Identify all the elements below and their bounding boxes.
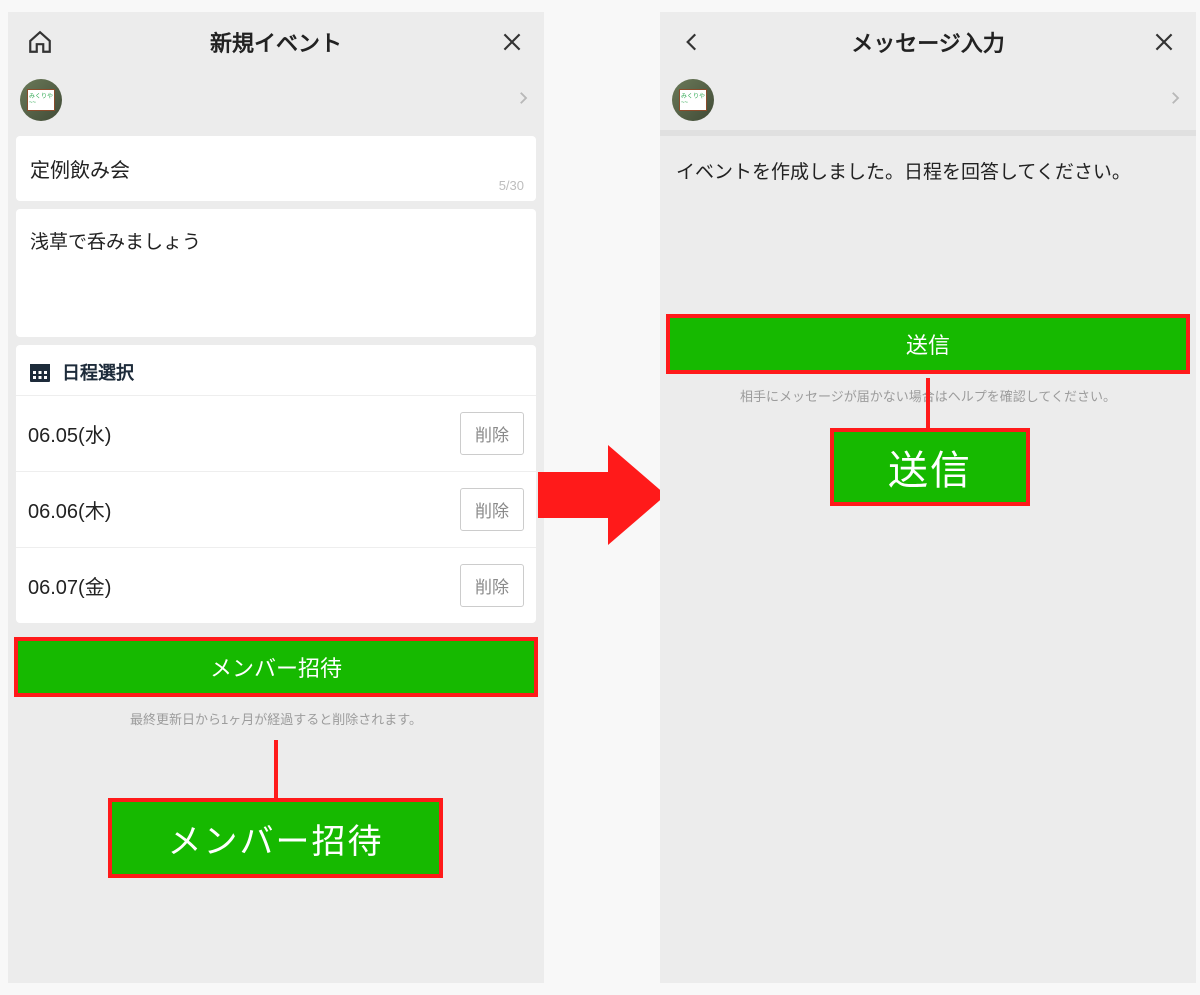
message-input[interactable]: イベントを作成しました。日程を回答してください。: [660, 136, 1196, 196]
date-section-title: 日程選択: [62, 359, 134, 385]
group-selector[interactable]: みくりや~~: [8, 72, 544, 128]
date-section-header: 日程選択: [16, 345, 536, 395]
chevron-right-icon: [1166, 89, 1184, 112]
date-label: 06.05(水): [28, 419, 111, 448]
group-avatar: みくりや~~: [672, 79, 714, 121]
header: 新規イベント: [8, 12, 544, 72]
date-label: 06.07(金): [28, 571, 111, 600]
close-icon[interactable]: [1148, 26, 1180, 58]
annotation-callout-invite: メンバー招待: [108, 798, 443, 878]
date-row: 06.06(木) 削除: [16, 471, 536, 547]
event-name-card[interactable]: 定例飲み会 5/30: [16, 136, 536, 201]
group-avatar: みくりや~~: [20, 79, 62, 121]
calendar-icon: [28, 360, 52, 384]
annotation-callout-send: 送信: [830, 428, 1030, 506]
date-row: 06.07(金) 削除: [16, 547, 536, 623]
date-row: 06.05(水) 削除: [16, 395, 536, 471]
screen-new-event: 新規イベント みくりや~~ 定例飲み会 5/30 浅草で呑みましょう 日程選択 …: [8, 12, 544, 983]
char-counter: 5/30: [499, 178, 524, 193]
delete-date-button[interactable]: 削除: [460, 412, 524, 455]
home-icon[interactable]: [24, 26, 56, 58]
back-icon[interactable]: [676, 26, 708, 58]
arrow-right-icon: [538, 440, 666, 550]
delete-date-button[interactable]: 削除: [460, 564, 524, 607]
event-desc-card[interactable]: 浅草で呑みましょう: [16, 209, 536, 337]
send-button[interactable]: 送信: [668, 316, 1188, 372]
annotation-connector: [926, 378, 930, 428]
date-section: 日程選択 06.05(水) 削除 06.06(木) 削除 06.07(金) 削除: [16, 345, 536, 623]
page-title: メッセージ入力: [851, 26, 1005, 58]
annotation-connector: [274, 740, 278, 800]
page-title: 新規イベント: [210, 26, 342, 58]
invite-members-button[interactable]: メンバー招待: [16, 639, 536, 695]
event-desc-input[interactable]: 浅草で呑みましょう: [30, 227, 522, 297]
screen-message-input: メッセージ入力 みくりや~~ イベントを作成しました。日程を回答してください。 …: [660, 12, 1196, 983]
retention-hint: 最終更新日から1ヶ月が経過すると削除されます。: [8, 709, 544, 728]
chevron-right-icon: [514, 89, 532, 112]
delete-date-button[interactable]: 削除: [460, 488, 524, 531]
date-label: 06.06(木): [28, 495, 111, 524]
header: メッセージ入力: [660, 12, 1196, 72]
group-selector[interactable]: みくりや~~: [660, 72, 1196, 128]
spacer: [660, 196, 1196, 316]
event-name-input[interactable]: 定例飲み会: [30, 154, 522, 183]
close-icon[interactable]: [496, 26, 528, 58]
